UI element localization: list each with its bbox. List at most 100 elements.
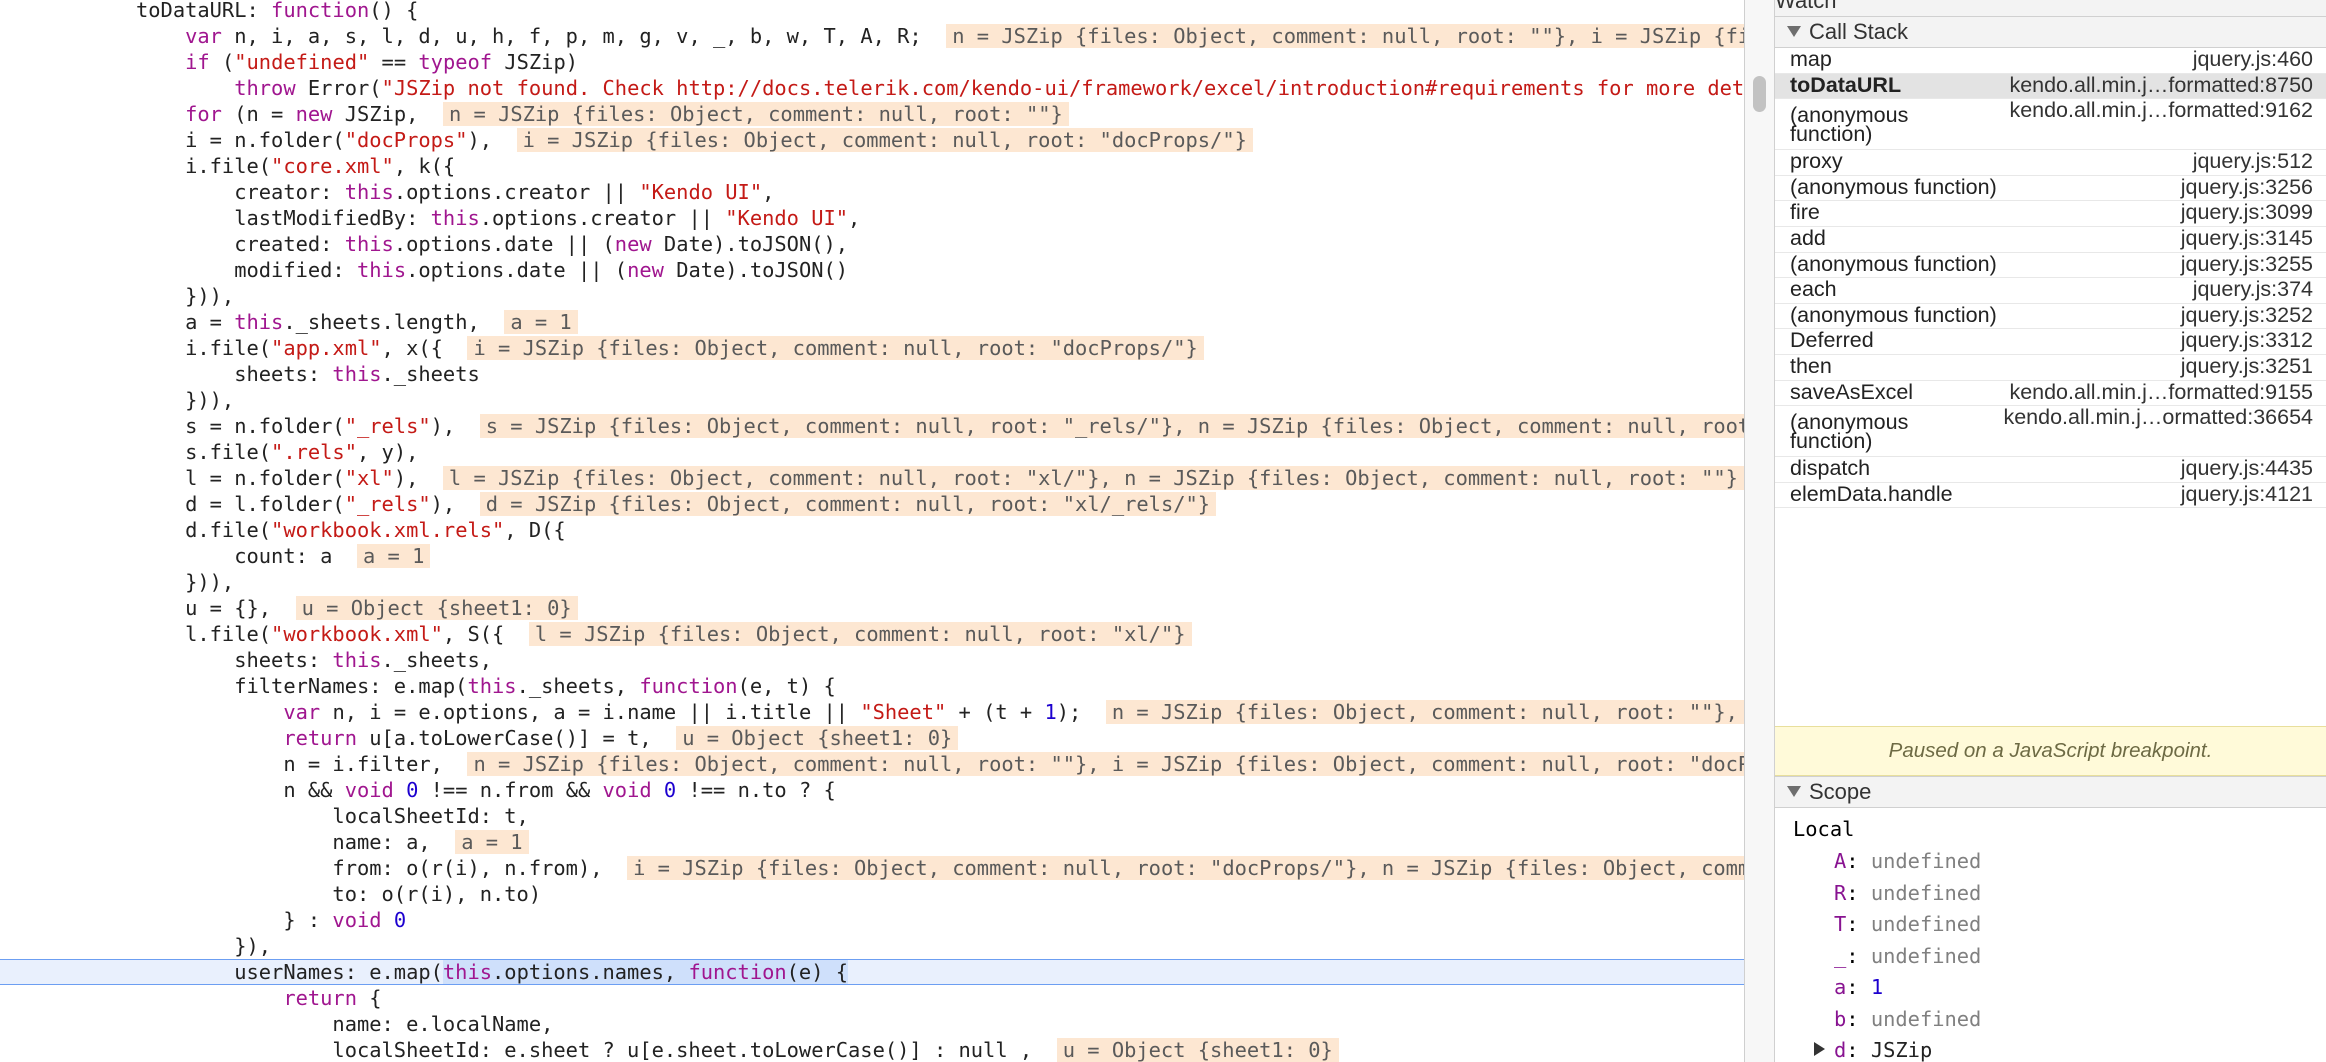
code-line[interactable]: l.file("workbook.xml", S({ l = JSZip {fi… [0,621,1744,647]
code-line[interactable]: filterNames: e.map(this._sheets, functio… [0,673,1744,699]
code-line[interactable]: to: o(r(i), n.to) [0,881,1744,907]
code-line[interactable]: return { [0,985,1744,1011]
source-code-editor[interactable]: toDataURL: function() { var n, i, a, s, … [0,0,1744,1062]
code-token: this [442,960,493,984]
code-line[interactable]: d.file("workbook.xml.rels", D({ [0,517,1744,543]
call-stack-header[interactable]: Call Stack [1775,16,2326,48]
code-token: "core.xml" [271,154,394,178]
scope-variable-name: _ [1834,943,1847,968]
code-line[interactable]: sheets: this._sheets, [0,647,1744,673]
frame-location-link[interactable]: jquery.js:374 [2193,275,2313,303]
collapse-triangle-icon[interactable] [1787,25,1801,37]
code-line[interactable]: count: a a = 1 [0,543,1744,569]
frame-location-link[interactable]: jquery.js:3256 [2181,173,2313,201]
scope-variable[interactable]: d: JSZip [1775,1035,2326,1062]
code-line[interactable]: var n, i, a, s, l, d, u, h, f, p, m, g, … [0,23,1744,49]
code-line[interactable]: sheets: this._sheets [0,361,1744,387]
code-token: .options.creator || [393,180,640,204]
code-line[interactable]: n = i.filter, n = JSZip {files: Object, … [0,751,1744,777]
code-line[interactable]: s = n.folder("_rels"), s = JSZip {files:… [0,413,1744,439]
code-line[interactable]: var n, i = e.options, a = i.name || i.ti… [0,699,1744,725]
code-line[interactable]: d = l.folder("_rels"), d = JSZip {files:… [0,491,1744,517]
code-token: var [185,24,222,48]
code-line[interactable]: throw Error("JSZip not found. Check http… [0,75,1744,101]
code-line[interactable]: s.file(".rels", y), [0,439,1744,465]
frame-function-name: toDataURL [1790,72,1902,97]
frame-location-link[interactable]: kendo.all.min.j…formatted:8750 [2009,71,2313,99]
call-stack-frame[interactable]: (anonymous function) kendo.all.min.j…form… [1775,96,2326,151]
scope-variable[interactable]: _: undefined [1775,941,2326,972]
scope-variable[interactable]: b: undefined [1775,1004,2326,1035]
frame-location-link[interactable]: jquery.js:3099 [2181,198,2313,226]
expand-triangle-icon[interactable] [1814,1042,1825,1056]
editor-scrollbar[interactable] [1745,0,1775,1062]
scope-local-group[interactable]: Local [1775,814,2326,845]
frame-location-link[interactable]: jquery.js:460 [2193,45,2313,73]
call-stack-label: Call Stack [1809,19,1909,44]
frame-location-link[interactable]: kendo.all.min.j…formatted:9162 [2009,96,2313,124]
code-line[interactable]: created: this.options.date || (new Date)… [0,231,1744,257]
code-line[interactable]: for (n = new JSZip, n = JSZip {files: Ob… [0,101,1744,127]
editor-scrollbar-thumb[interactable] [1753,76,1766,112]
frame-location-link[interactable]: jquery.js:4435 [2181,454,2313,482]
scope-variable[interactable]: a: 1 [1775,972,2326,1003]
code-token: l = n.folder( [136,466,345,490]
code-token: typeof [418,50,493,74]
code-line[interactable]: name: e.localName, [0,1011,1744,1037]
frame-location-link[interactable]: jquery.js:3251 [2181,352,2313,380]
scope-variable[interactable]: A: undefined [1775,846,2326,877]
code-line[interactable]: })), [0,569,1744,595]
code-line[interactable]: lastModifiedBy: this.options.creator || … [0,205,1744,231]
code-line[interactable]: })), [0,283,1744,309]
code-line[interactable]: n && void 0 !== n.from && void 0 !== n.t… [0,777,1744,803]
code-line[interactable]: name: a, a = 1 [0,829,1744,855]
code-token: Error( [295,76,382,100]
code-line[interactable]: i = n.folder("docProps"), i = JSZip {fil… [0,127,1744,153]
code-line[interactable]: } : void 0 [0,907,1744,933]
scope-variable[interactable]: T: undefined [1775,909,2326,940]
code-token: "Sheet" [860,700,947,724]
code-token: l.file( [136,622,272,646]
code-line[interactable]: i.file("app.xml", x({ i = JSZip {files: … [0,335,1744,361]
code-token: 0 [663,778,677,802]
watch-section-header[interactable]: Watch [1775,0,2326,17]
frame-location-link[interactable]: jquery.js:512 [2193,147,2313,175]
code-line[interactable]: localSheetId: t, [0,803,1744,829]
code-line[interactable]: a = this._sheets.length, a = 1 [0,309,1744,335]
code-line[interactable]: from: o(r(i), n.from), i = JSZip {files:… [0,855,1744,881]
code-line[interactable]: u = {}, u = Object {sheet1: 0} [0,595,1744,621]
frame-location-link[interactable]: jquery.js:4121 [2181,480,2313,508]
code-line[interactable]: creator: this.options.creator || "Kendo … [0,179,1744,205]
call-stack-frame[interactable]: (anonymous function) kendo.all.min.j…orma… [1775,403,2326,458]
code-line[interactable]: })), [0,387,1744,413]
inline-value-annotation: s = JSZip {files: Object, comment: null,… [479,414,1744,438]
scope-variable[interactable]: R: undefined [1775,878,2326,909]
code-line[interactable]: localSheetId: e.sheet ? u[e.sheet.toLowe… [0,1037,1744,1062]
scope-variable-value: undefined [1870,1006,1982,1031]
frame-location-link[interactable]: jquery.js:3252 [2181,301,2313,329]
frame-location-link[interactable]: jquery.js:3145 [2181,224,2313,252]
scope-separator: : [1846,1006,1871,1031]
scope-variable-value: JSZip [1870,1038,1933,1062]
scope-header[interactable]: Scope [1775,776,2326,808]
code-token: new [627,258,664,282]
frame-location-link[interactable]: kendo.all.min.j…ormatted:36654 [2003,403,2313,431]
call-stack-frame[interactable]: elemData.handle jquery.js:4121 [1775,480,2326,509]
code-line[interactable]: i.file("core.xml", k({ [0,153,1744,179]
code-line-active[interactable]: userNames: e.map(this.options.names, fun… [0,959,1744,985]
code-line[interactable]: toDataURL: function() { [0,0,1744,23]
collapse-triangle-icon[interactable] [1787,785,1801,797]
scope-variable-name: A [1834,849,1847,873]
frame-location-link[interactable]: jquery.js:3255 [2181,250,2313,278]
code-line[interactable]: modified: this.options.date || (new Date… [0,257,1744,283]
code-line[interactable]: if ("undefined" == typeof JSZip) [0,49,1744,75]
frame-location-link[interactable]: jquery.js:3312 [2181,326,2313,354]
code-line[interactable]: l = n.folder("xl"), l = JSZip {files: Ob… [0,465,1744,491]
frame-location-link[interactable]: kendo.all.min.j…formatted:9155 [2009,378,2313,406]
code-line[interactable]: }), [0,933,1744,959]
code-line[interactable]: return u[a.toLowerCase()] = t, u = Objec… [0,725,1744,751]
code-token: + (t + [946,700,1045,724]
